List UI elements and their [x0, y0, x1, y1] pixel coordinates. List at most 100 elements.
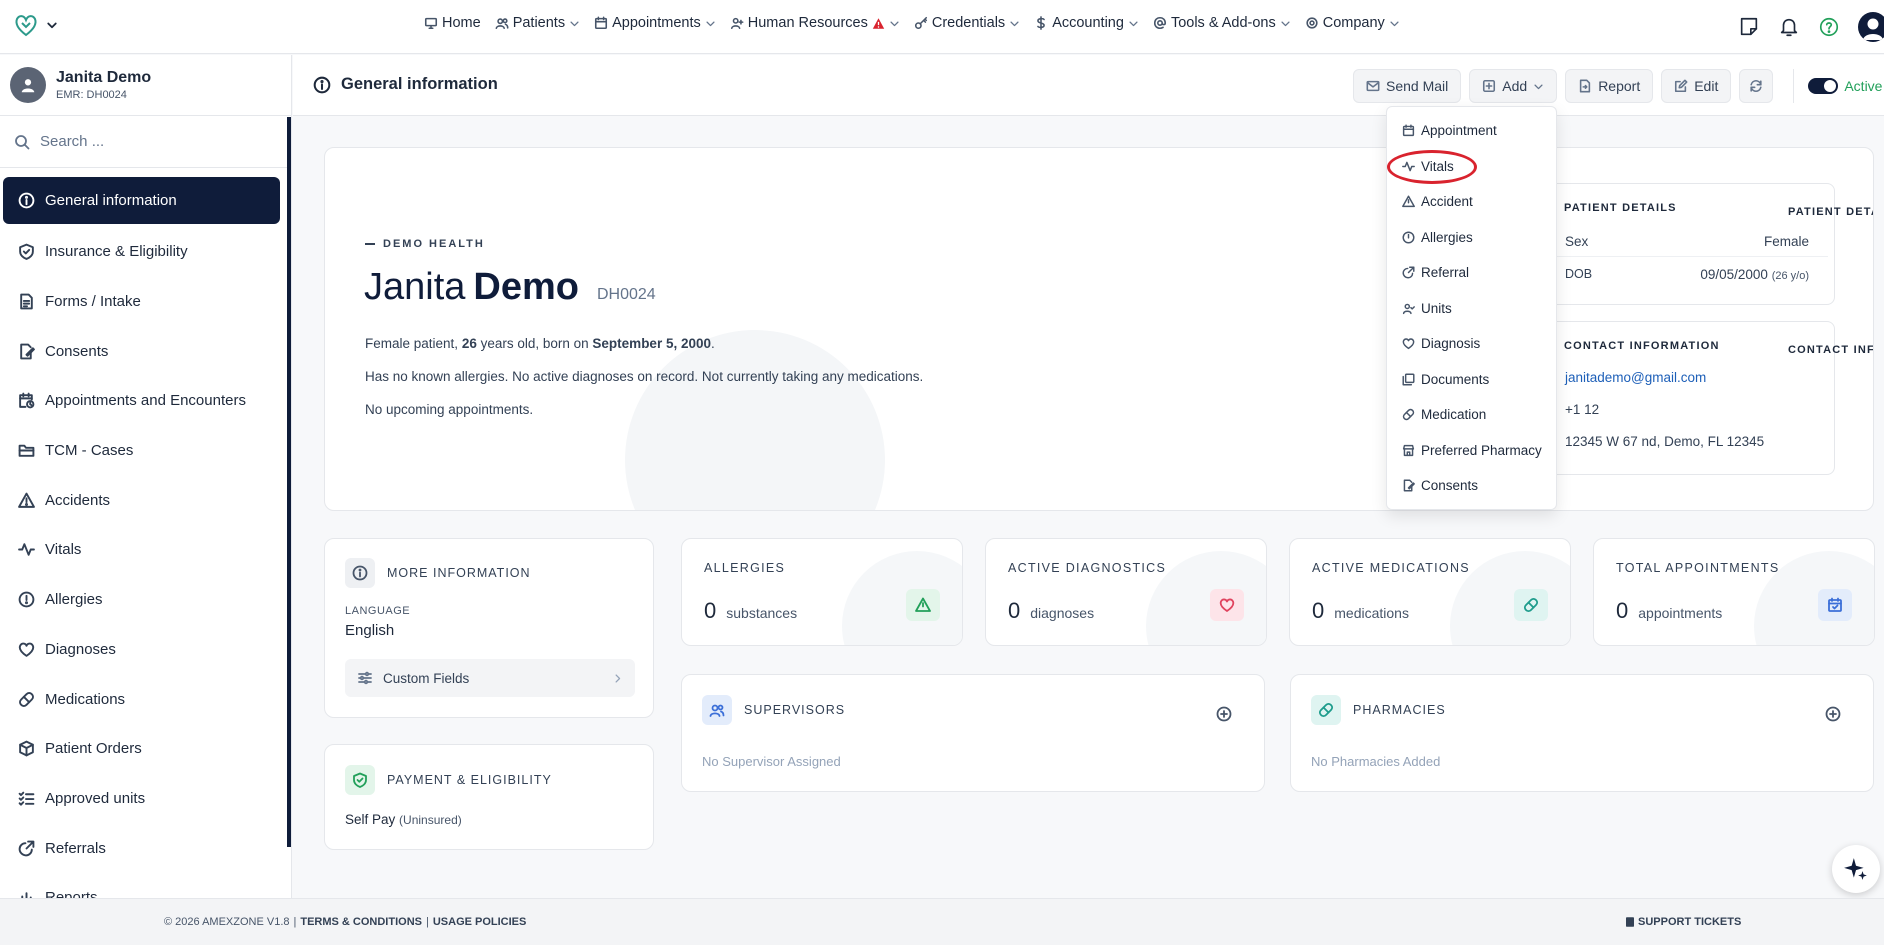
dob-age: (26 y/o)	[1771, 270, 1809, 282]
nav-appointments[interactable]: Appointments	[594, 15, 716, 31]
sticky-note-icon[interactable]	[1738, 16, 1760, 38]
menu-item-consents[interactable]: Consents	[1387, 468, 1556, 504]
stat-title: TOTAL APPOINTMENTS	[1616, 561, 1780, 575]
user-check-icon	[1402, 303, 1415, 314]
ticket-icon	[1626, 917, 1634, 927]
nav-credentials[interactable]: Credentials	[914, 15, 1020, 31]
menu-item-label: Documents	[1421, 371, 1490, 387]
search-icon	[15, 134, 30, 149]
divider	[1546, 256, 1828, 257]
add-circle-icon[interactable]	[1825, 706, 1841, 722]
sidebar-item-forms-intake[interactable]: Forms / Intake	[0, 277, 287, 327]
sidebar-item-approved-units[interactable]: Approved units	[0, 774, 287, 824]
sidebar-item-label: Appointments and Encounters	[45, 392, 246, 410]
edit-button[interactable]: Edit	[1661, 69, 1732, 103]
pill-icon	[1523, 597, 1539, 613]
activity-icon	[18, 543, 35, 557]
sex-label: Sex	[1565, 234, 1589, 249]
refresh-button[interactable]	[1739, 69, 1774, 103]
menu-item-referral[interactable]: Referral	[1387, 255, 1556, 291]
calendar-clock-icon	[19, 393, 35, 409]
nav-patients[interactable]: Patients	[495, 15, 580, 31]
sidebar-scrollbar[interactable]	[287, 117, 291, 847]
nav-human-resources[interactable]: Human Resources	[730, 15, 900, 31]
sidebar-item-patient-orders[interactable]: Patient Orders	[0, 724, 287, 774]
active-status[interactable]: Active	[1793, 69, 1882, 103]
nav-company[interactable]: Company	[1305, 15, 1400, 31]
stat-icon-box	[906, 589, 940, 621]
calendar-icon	[1402, 124, 1415, 137]
active-toggle[interactable]	[1808, 78, 1839, 94]
sidebar-item-diagnoses[interactable]: Diagnoses	[0, 625, 287, 675]
nav-accounting[interactable]: Accounting	[1034, 15, 1139, 31]
menu-item-appointment[interactable]: Appointment	[1387, 113, 1556, 149]
sidebar-item-tcm-cases[interactable]: TCM - Cases	[0, 426, 287, 476]
stat-icon-box	[1210, 589, 1244, 621]
sidebar-item-vitals[interactable]: Vitals	[0, 525, 287, 575]
menu-item-allergies[interactable]: Allergies	[1387, 220, 1556, 256]
report-button[interactable]: Report	[1565, 69, 1654, 103]
stat-unit: substances	[726, 605, 798, 621]
more-information-title: MORE INFORMATION	[387, 566, 531, 580]
send-mail-button[interactable]: Send Mail	[1353, 69, 1462, 103]
menu-item-diagnosis[interactable]: Diagnosis	[1387, 326, 1556, 362]
summary-line-clinical: Has no known allergies. No active diagno…	[365, 369, 924, 384]
payment-value: Self Pay (Uninsured)	[345, 812, 462, 827]
bell-icon[interactable]	[1778, 16, 1800, 38]
ai-assistant-button[interactable]	[1832, 845, 1880, 893]
refresh-icon	[1750, 79, 1762, 93]
menu-item-accident[interactable]: Accident	[1387, 184, 1556, 220]
sidebar-item-medications[interactable]: Medications	[0, 674, 287, 724]
sidebar-item-reports[interactable]: Reports	[0, 873, 287, 898]
terms-link[interactable]: TERMS & CONDITIONS	[300, 916, 422, 928]
app-logo[interactable]	[12, 11, 58, 39]
stat-card-active-medications: ACTIVE MEDICATIONS 0 medications	[1289, 538, 1571, 646]
language-label: LANGUAGE	[345, 605, 411, 617]
stat-card-allergies: ALLERGIES 0 substances	[681, 538, 963, 646]
footer: © 2026 AMEXZONE V1.8 | TERMS & CONDITION…	[0, 898, 1884, 945]
custom-fields-label: Custom Fields	[383, 670, 470, 686]
usage-policies-link[interactable]: USAGE POLICIES	[433, 916, 527, 928]
chevron-right-icon	[615, 673, 621, 683]
patient-header: Janita Demo EMR: DH0024	[0, 55, 291, 116]
chevron-down-icon	[1390, 21, 1399, 26]
search-input[interactable]: Search ...	[40, 133, 104, 150]
user-avatar[interactable]	[1858, 12, 1884, 42]
support-tickets-link[interactable]: SUPPORT TICKETS	[1626, 916, 1741, 928]
add-circle-icon[interactable]	[1216, 706, 1232, 722]
nav-tools-addons[interactable]: Tools & Add-ons	[1153, 15, 1291, 31]
contact-info-heading: CONTACT INFORMATION	[1564, 340, 1720, 352]
menu-item-label: Consents	[1421, 478, 1479, 494]
sidebar-item-allergies[interactable]: Allergies	[0, 575, 287, 625]
sidebar-item-insurance[interactable]: Insurance & Eligibility	[0, 227, 287, 277]
sidebar-search[interactable]: Search ...	[0, 116, 291, 168]
add-label: Add	[1502, 78, 1528, 94]
menu-item-units[interactable]: Units	[1387, 291, 1556, 327]
sidebar-item-general-information[interactable]: General information	[3, 177, 280, 224]
sidebar-item-label: Allergies	[45, 591, 103, 609]
menu-item-vitals[interactable]: Vitals	[1387, 149, 1556, 185]
external-link-icon	[18, 840, 35, 856]
add-button[interactable]: Add	[1469, 69, 1558, 103]
nav-home[interactable]: Home	[424, 15, 481, 31]
contact-email[interactable]: janitademo@gmail.com	[1565, 370, 1706, 385]
sidebar-item-referrals[interactable]: Referrals	[0, 823, 287, 873]
chevron-down-icon	[1129, 21, 1138, 26]
mail-icon	[1366, 80, 1380, 92]
menu-item-documents[interactable]: Documents	[1387, 362, 1556, 398]
sidebar-item-appointments-encounters[interactable]: Appointments and Encounters	[0, 376, 287, 426]
stat-unit: diagnoses	[1030, 605, 1095, 621]
sidebar-item-accidents[interactable]: Accidents	[0, 475, 287, 525]
help-icon[interactable]	[1818, 16, 1840, 38]
menu-item-medication[interactable]: Medication	[1387, 397, 1556, 433]
sidebar-item-consents[interactable]: Consents	[0, 326, 287, 376]
menu-item-preferred-pharmacy[interactable]: Preferred Pharmacy	[1387, 433, 1556, 469]
dollar-icon	[1037, 16, 1046, 30]
plus-square-icon	[1483, 79, 1496, 93]
active-status-label: Active	[1844, 78, 1883, 94]
shield-icon-box	[345, 765, 375, 795]
custom-fields-button[interactable]: Custom Fields	[345, 659, 635, 697]
external-link-icon	[1402, 266, 1415, 279]
stat-value: 0 medications	[1312, 598, 1409, 624]
top-navbar: Home Patients Appointments Human Resourc…	[0, 0, 1884, 54]
